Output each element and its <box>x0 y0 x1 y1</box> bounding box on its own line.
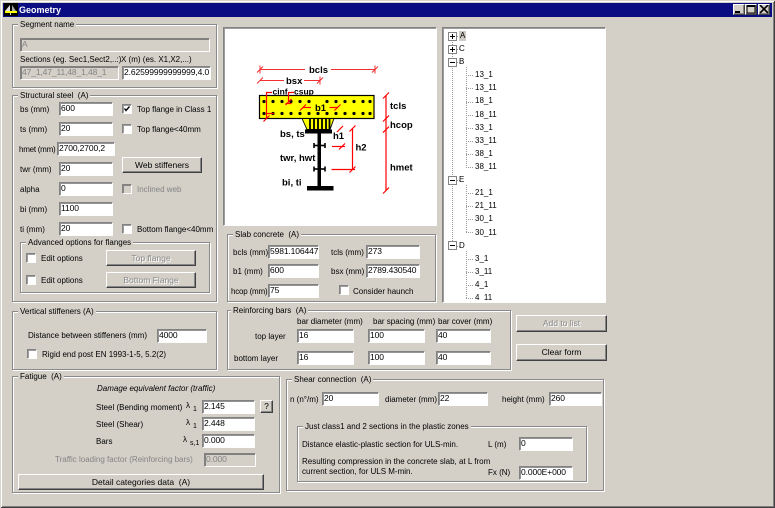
svg-text:hcop: hcop <box>390 120 413 131</box>
svg-text:h2: h2 <box>356 143 367 154</box>
svg-text:twr, hwt: twr, hwt <box>280 153 316 164</box>
svg-text:b1: b1 <box>315 103 327 114</box>
svg-text:tcls: tcls <box>390 101 406 112</box>
svg-text:csup: csup <box>294 87 314 97</box>
svg-text:bs, ts: bs, ts <box>280 129 305 140</box>
svg-text:bsx: bsx <box>286 76 303 87</box>
svg-text:hmet: hmet <box>390 163 414 174</box>
svg-text:cinf: cinf <box>273 87 288 97</box>
svg-text:h1: h1 <box>333 131 345 142</box>
svg-text:bcls: bcls <box>309 65 328 76</box>
svg-text:bi, ti: bi, ti <box>282 178 302 189</box>
